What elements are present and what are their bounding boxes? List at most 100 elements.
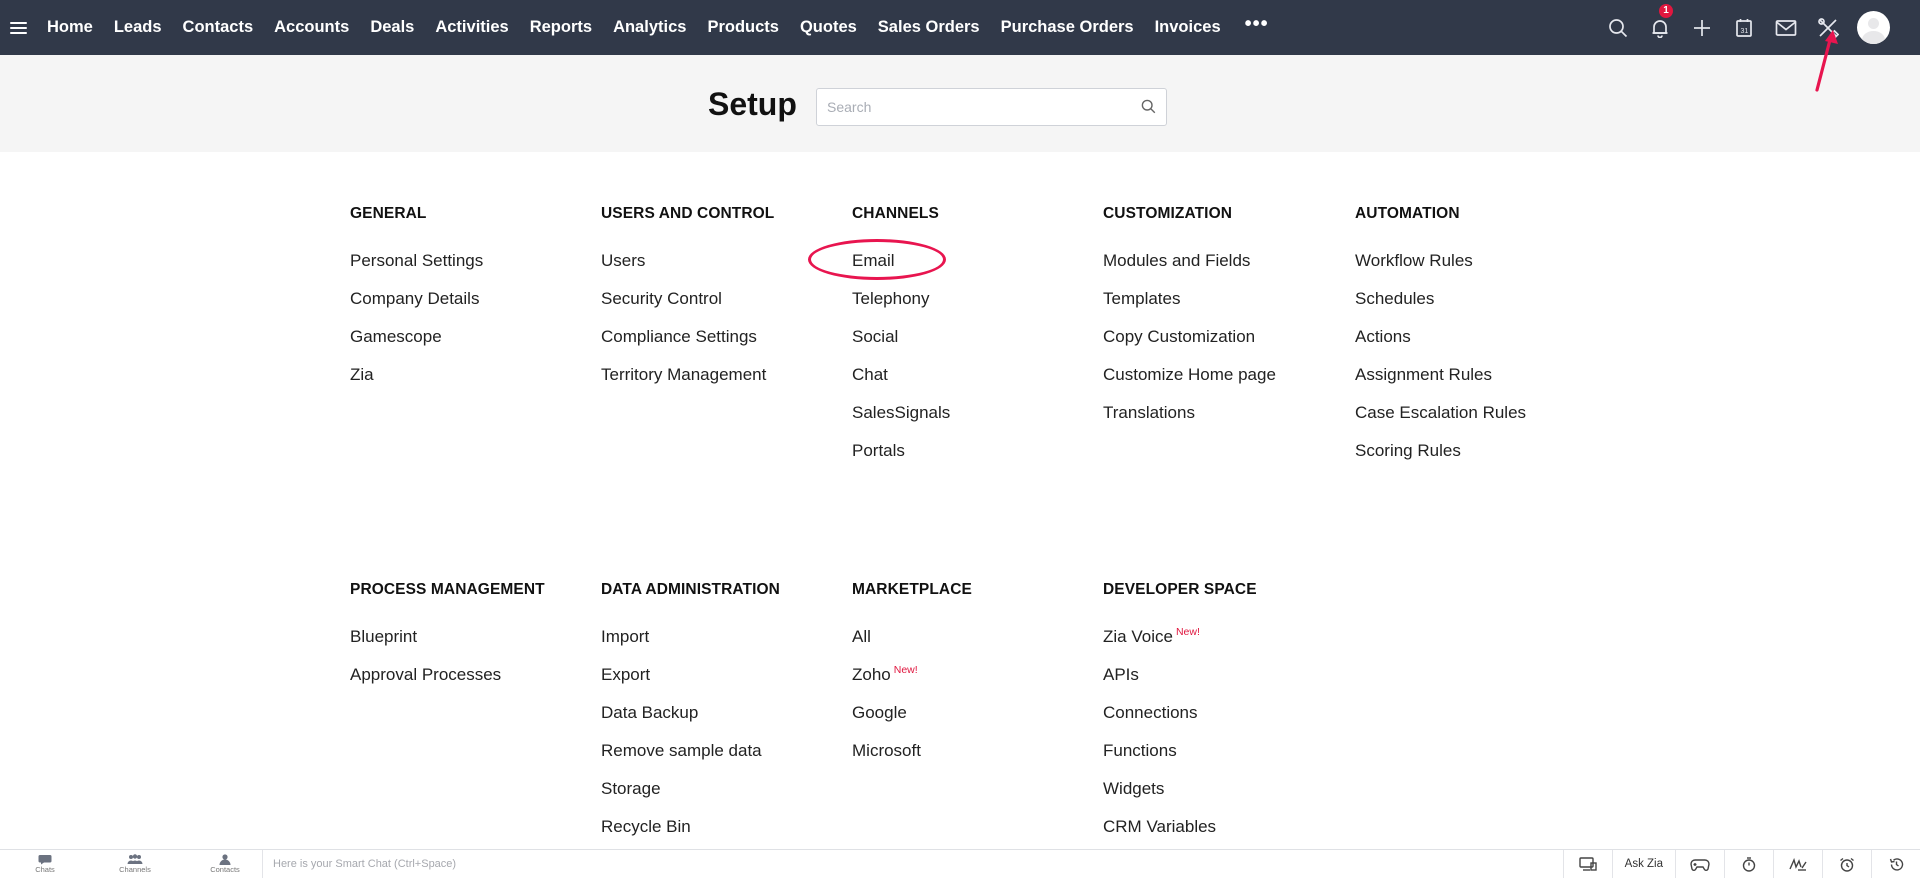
setup-link-zoho[interactable]: Zoho New! (852, 664, 972, 703)
setup-link-import[interactable]: Import (601, 627, 780, 665)
setup-link-copy-customization[interactable]: Copy Customization (1103, 327, 1276, 365)
setup-link-portals[interactable]: Portals (852, 441, 950, 479)
setup-link-chat[interactable]: Chat (852, 365, 950, 403)
nav-sales-orders[interactable]: Sales Orders (878, 18, 980, 37)
setup-link-label: Functions (1103, 741, 1177, 760)
nav-purchase-orders[interactable]: Purchase Orders (1001, 18, 1134, 37)
gamepad-icon[interactable] (1675, 850, 1724, 878)
nav-deals[interactable]: Deals (370, 18, 414, 37)
setup-link-label: Widgets (1103, 779, 1165, 798)
setup-link-telephony[interactable]: Telephony (852, 289, 950, 327)
contacts-tab[interactable]: Contacts (180, 850, 270, 878)
setup-link-google[interactable]: Google (852, 703, 972, 741)
setup-link-label: Security Control (601, 289, 722, 308)
more-modules-icon[interactable]: ••• (1245, 13, 1269, 36)
setup-link-workflow-rules[interactable]: Workflow Rules (1355, 251, 1526, 289)
smart-chat-bar[interactable] (262, 850, 1576, 878)
section-links: Zia Voice New! APIs Connections Functions Wid… (1103, 626, 1257, 855)
setup-link-schedules[interactable]: Schedules (1355, 289, 1526, 327)
setup-link-compliance-settings[interactable]: Compliance Settings (601, 327, 774, 365)
setup-link-social[interactable]: Social (852, 327, 950, 365)
setup-link-company-details[interactable]: Company Details (350, 289, 483, 327)
alarm-clock-icon[interactable] (1822, 850, 1871, 878)
section-links: Personal Settings Company Details Gamescop… (350, 251, 483, 403)
setup-link-blueprint[interactable]: Blueprint (350, 627, 545, 665)
setup-link-zia-voice[interactable]: Zia Voice New! (1103, 626, 1257, 665)
screen-share-icon[interactable] (1562, 850, 1612, 878)
calendar-icon[interactable]: 31 (1723, 0, 1765, 55)
chats-tab[interactable]: Chats (0, 850, 90, 878)
setup-link-apis[interactable]: APIs (1103, 665, 1257, 703)
setup-link-modules-and-fields[interactable]: Modules and Fields (1103, 251, 1276, 289)
avatar[interactable] (1857, 11, 1890, 44)
nav-accounts[interactable]: Accounts (274, 18, 349, 37)
annotation-ellipse-email (808, 239, 946, 280)
setup-link-assignment-rules[interactable]: Assignment Rules (1355, 365, 1526, 403)
setup-link-functions[interactable]: Functions (1103, 741, 1257, 779)
setup-link-salessignals[interactable]: SalesSignals (852, 403, 950, 441)
setup-search-box[interactable] (816, 88, 1167, 126)
setup-link-approval-processes[interactable]: Approval Processes (350, 665, 545, 703)
setup-search-input[interactable] (817, 89, 1137, 125)
plus-icon[interactable] (1681, 0, 1723, 55)
ask-zia-button[interactable]: Ask Zia (1611, 850, 1675, 878)
nav-activities[interactable]: Activities (435, 18, 508, 37)
setup-link-label: Templates (1103, 289, 1181, 308)
setup-link-territory-management[interactable]: Territory Management (601, 365, 774, 403)
setup-link-personal-settings[interactable]: Personal Settings (350, 251, 483, 289)
setup-link-zia[interactable]: Zia (350, 365, 483, 403)
setup-link-label: Connections (1103, 703, 1198, 722)
setup-link-customize-home-page[interactable]: Customize Home page (1103, 365, 1276, 403)
search-icon[interactable] (1597, 0, 1639, 55)
smart-chat-input[interactable] (271, 850, 1576, 878)
nav-leads[interactable]: Leads (114, 18, 162, 37)
setup-link-remove-sample-data[interactable]: Remove sample data (601, 741, 780, 779)
setup-link-label: Chat (852, 365, 888, 384)
setup-link-users[interactable]: Users (601, 251, 774, 289)
setup-link-label: Compliance Settings (601, 327, 757, 346)
setup-link-security-control[interactable]: Security Control (601, 289, 774, 327)
setup-link-label: Case Escalation Rules (1355, 403, 1527, 422)
setup-link-gamescope[interactable]: Gamescope (350, 327, 483, 365)
setup-link-export[interactable]: Export (601, 665, 780, 703)
channels-tab[interactable]: Channels (90, 850, 180, 878)
page-title: Setup (708, 86, 797, 122)
setup-link-actions[interactable]: Actions (1355, 327, 1526, 365)
bell-icon[interactable]: 1 (1639, 0, 1681, 55)
setup-link-label: Zoho (852, 665, 891, 684)
signature-icon[interactable] (1773, 850, 1822, 878)
new-badge: New! (1175, 626, 1200, 638)
section-links: All Zoho New! Google Microsoft (852, 627, 972, 779)
setup-link-microsoft[interactable]: Microsoft (852, 741, 972, 779)
section-heading: USERS AND CONTROL (601, 205, 775, 222)
hamburger-menu-icon[interactable] (10, 21, 27, 34)
setup-link-data-backup[interactable]: Data Backup (601, 703, 780, 741)
nav-products[interactable]: Products (707, 18, 779, 37)
mail-icon[interactable] (1765, 0, 1807, 55)
nav-invoices[interactable]: Invoices (1155, 18, 1221, 37)
setup-link-storage[interactable]: Storage (601, 779, 780, 817)
nav-home[interactable]: Home (47, 18, 93, 37)
setup-link-case-escalation-rules[interactable]: Case Escalation Rules (1355, 403, 1526, 441)
setup-link-translations[interactable]: Translations (1103, 403, 1276, 441)
setup-link-widgets[interactable]: Widgets (1103, 779, 1257, 817)
nav-reports[interactable]: Reports (530, 18, 592, 37)
svg-text:31: 31 (1741, 28, 1749, 35)
setup-link-all[interactable]: All (852, 627, 972, 665)
setup-link-label: Actions (1355, 327, 1411, 346)
section-process-management: PROCESS MANAGEMENT Blueprint Approval Proc… (350, 581, 545, 703)
nav-quotes[interactable]: Quotes (800, 18, 857, 37)
nav-contacts[interactable]: Contacts (183, 18, 254, 37)
setup-link-templates[interactable]: Templates (1103, 289, 1276, 327)
setup-link-label: Users (601, 251, 646, 270)
timer-icon[interactable] (1724, 850, 1773, 878)
nav-analytics[interactable]: Analytics (613, 18, 686, 37)
setup-link-connections[interactable]: Connections (1103, 703, 1257, 741)
bottom-bar: Chats Channels Contacts Ask Zia (0, 849, 1920, 878)
nav-right-tools: 1 31 (1597, 0, 1920, 55)
section-links: Blueprint Approval Processes (350, 627, 545, 703)
history-icon[interactable] (1871, 850, 1920, 878)
new-badge: New! (893, 664, 918, 676)
setup-link-scoring-rules[interactable]: Scoring Rules (1355, 441, 1526, 479)
search-icon[interactable] (1141, 99, 1156, 119)
